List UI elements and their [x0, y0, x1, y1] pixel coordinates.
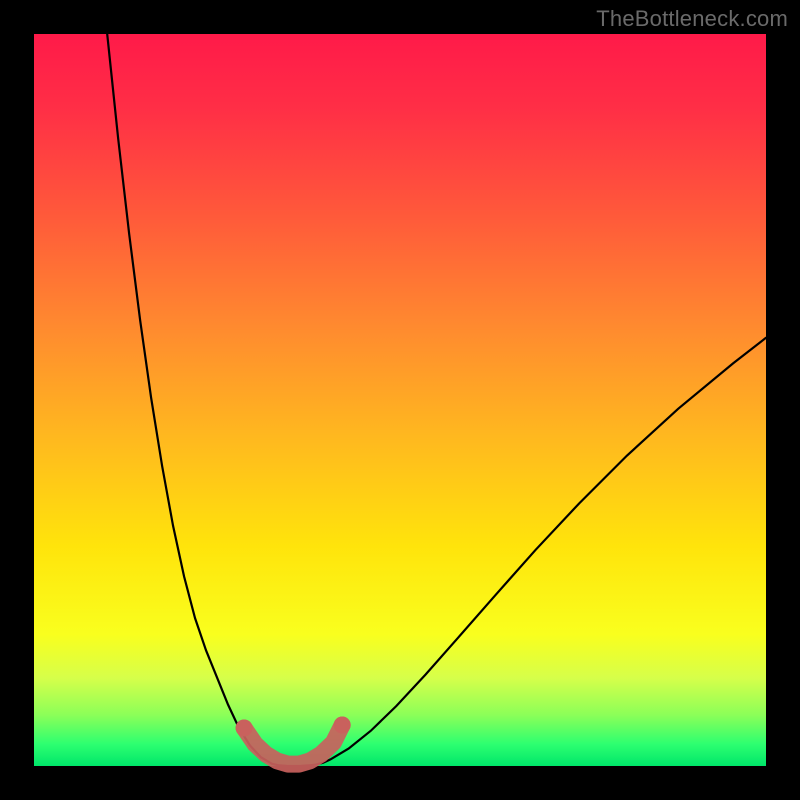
bottleneck-curve	[107, 34, 766, 766]
marker-dot	[334, 717, 351, 734]
curve-svg	[34, 34, 766, 766]
marker-dot	[236, 719, 253, 736]
plot-area	[34, 34, 766, 766]
valley-highlight-stroke	[244, 725, 342, 764]
chart-frame: TheBottleneck.com	[0, 0, 800, 800]
curve-path	[107, 34, 766, 766]
watermark-text: TheBottleneck.com	[596, 6, 788, 32]
